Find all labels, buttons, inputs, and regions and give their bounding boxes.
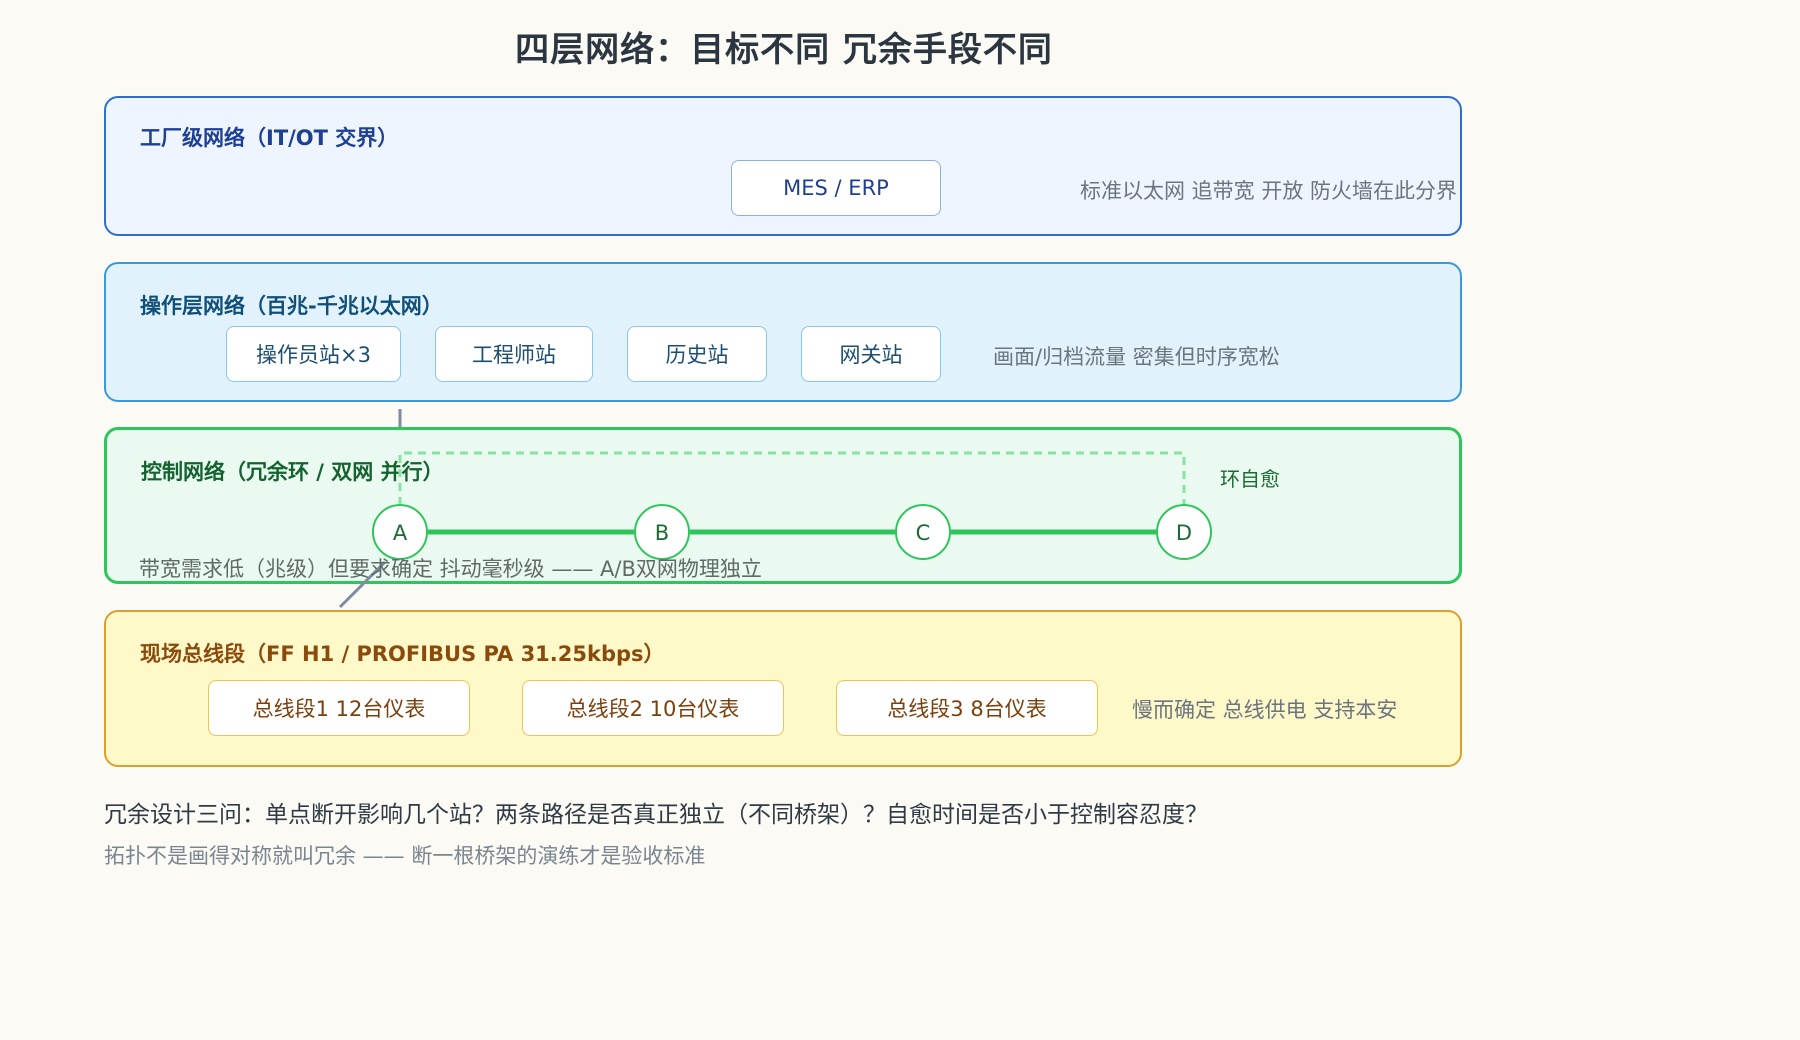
history-station-box: 历史站 [627,326,767,382]
page: 四层网络：目标不同 冗余手段不同 工厂级网络（IT/OT 交界） MES / E… [0,0,1568,908]
redundancy-summary: 拓扑不是画得对称就叫冗余 —— 断一根桥架的演练才是验收标准 [104,844,706,868]
ctrl-layer-note: 带宽需求低（兆级）但要求确定 抖动毫秒级 —— A/B双网物理独立 [139,557,762,581]
bus-segment-3-box: 总线段3 8台仪表 [836,680,1098,736]
bus-segment-2-box: 总线段2 10台仪表 [522,680,784,736]
redundancy-questions: 冗余设计三问：单点断开影响几个站？两条路径是否真正独立（不同桥架）？自愈时间是否… [104,802,1208,828]
engineer-station-box: 工程师站 [435,326,593,382]
gateway-station-box: 网关站 [801,326,941,382]
ring-self-heal-label: 环自愈 [1220,467,1280,491]
ops-layer-title: 操作层网络（百兆-千兆以太网） [140,294,443,318]
page-title: 四层网络：目标不同 冗余手段不同 [515,30,1053,70]
field-layer-title: 现场总线段（FF H1 / PROFIBUS PA 31.25kbps） [140,642,665,666]
field-layer-note: 慢而确定 总线供电 支持本安 [1132,698,1398,722]
ops-layer-note: 画面/归档流量 密集但时序宽松 [993,345,1280,369]
operator-station-box: 操作员站×3 [226,326,401,382]
mes-erp-box: MES / ERP [731,160,941,216]
bus-segment-1-box: 总线段1 12台仪表 [208,680,470,736]
ctrl-layer-title: 控制网络（冗余环 / 双网 并行） [141,460,444,484]
plant-layer-title: 工厂级网络（IT/OT 交界） [140,126,399,150]
plant-layer-note: 标准以太网 追带宽 开放 防火墙在此分界 [1080,179,1458,203]
